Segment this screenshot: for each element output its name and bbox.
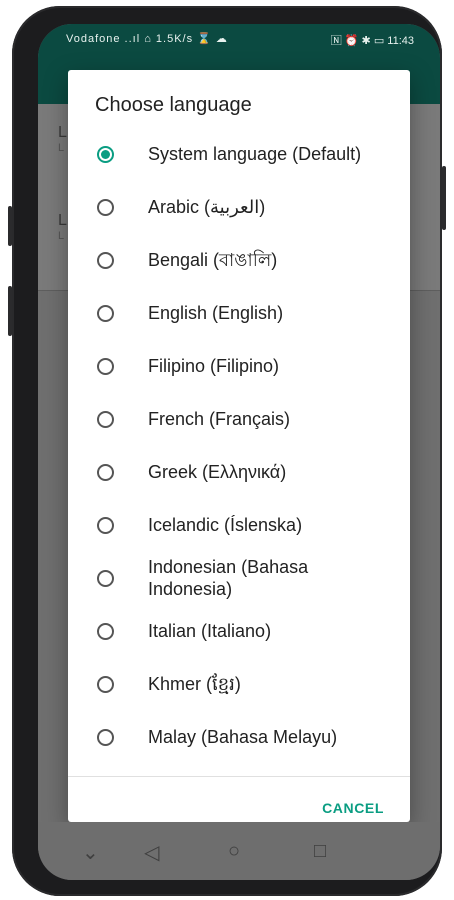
phone-frame: Vodafone ..ıl ⌂ 1.5K/s ⌛ ☁ 🄽 ⏰ ✱ ▭ 11:43…	[8, 6, 446, 896]
language-option-english[interactable]: English (English)	[68, 287, 410, 339]
background-row-2: L L	[58, 212, 67, 242]
language-label: Greek (Ελληνικά)	[148, 462, 287, 482]
language-option-arabic[interactable]: Arabic (العربية)	[68, 181, 410, 233]
language-option-greek[interactable]: Greek (Ελληνικά)	[68, 446, 410, 498]
background-row-2-title: L	[58, 212, 67, 229]
language-label: Icelandic (Íslenska)	[148, 515, 303, 535]
power-button	[442, 166, 446, 230]
home-icon[interactable]: ○	[228, 840, 240, 863]
recents-icon[interactable]: □	[314, 840, 326, 863]
back-icon[interactable]: ◁	[144, 840, 159, 865]
cancel-button[interactable]: CANCEL	[322, 800, 384, 816]
language-option-malay[interactable]: Malay (Bahasa Melayu)	[68, 711, 410, 763]
status-bar: Vodafone ..ıl ⌂ 1.5K/s ⌛ ☁ 🄽 ⏰ ✱ ▭ 11:43	[38, 24, 440, 54]
language-option-filipino[interactable]: Filipino (Filipino)	[68, 340, 410, 392]
radio-button[interactable]	[97, 463, 114, 481]
language-option-indonesian[interactable]: Indonesian (Bahasa Indonesia)	[68, 552, 410, 604]
background-row-1: L L	[58, 124, 67, 154]
background-row-1-title: L	[58, 124, 67, 141]
language-label: Malay (Bahasa Melayu)	[148, 727, 338, 747]
radio-button[interactable]	[97, 198, 114, 216]
language-label: Indonesian (Bahasa Indonesia)	[148, 557, 309, 599]
navigation-bar: ⌄ ◁ ○ □	[38, 822, 440, 880]
radio-button[interactable]	[97, 251, 114, 269]
language-option-system[interactable]: System language (Default)	[68, 128, 410, 180]
language-label: Filipino (Filipino)	[148, 356, 280, 376]
radio-button[interactable]	[97, 728, 114, 746]
language-option-italian[interactable]: Italian (Italiano)	[68, 605, 410, 657]
status-left: Vodafone ..ıl ⌂ 1.5K/s ⌛ ☁	[66, 33, 228, 45]
dialog-divider	[68, 776, 410, 777]
radio-button[interactable]	[97, 516, 114, 534]
background-row-1-subtitle: L	[58, 142, 65, 154]
background-row-2-subtitle: L	[58, 230, 65, 242]
language-label: Khmer (ខ្មែរ)	[148, 674, 241, 694]
language-option-bengali[interactable]: Bengali (বাঙালি)	[68, 234, 410, 286]
radio-button[interactable]	[97, 622, 114, 640]
language-label: French (Français)	[148, 409, 291, 429]
language-option-french[interactable]: French (Français)	[68, 393, 410, 445]
language-label: English (English)	[148, 303, 284, 323]
volume-up-button	[8, 206, 12, 246]
status-right-clock: 🄽 ⏰ ✱ ▭ 11:43	[330, 35, 414, 47]
language-label: Bengali (বাঙালি)	[148, 250, 278, 270]
radio-button[interactable]	[97, 675, 114, 693]
radio-button[interactable]	[97, 304, 114, 322]
language-label: Italian (Italiano)	[148, 621, 272, 641]
volume-down-button	[8, 286, 12, 336]
language-option-icelandic[interactable]: Icelandic (Íslenska)	[68, 499, 410, 551]
choose-language-dialog: Choose language System language (Default…	[68, 70, 410, 822]
language-label: Arabic (العربية)	[148, 197, 266, 217]
language-option-khmer[interactable]: Khmer (ខ្មែរ)	[68, 658, 410, 710]
screen: Vodafone ..ıl ⌂ 1.5K/s ⌛ ☁ 🄽 ⏰ ✱ ▭ 11:43…	[38, 24, 440, 880]
radio-button[interactable]	[97, 569, 114, 587]
radio-button-selected[interactable]	[97, 145, 114, 163]
dialog-title: Choose language	[95, 94, 252, 116]
language-label: System language (Default)	[148, 144, 362, 164]
radio-button[interactable]	[97, 357, 114, 375]
radio-button[interactable]	[97, 410, 114, 428]
chevron-down-icon[interactable]: ⌄	[82, 840, 99, 865]
